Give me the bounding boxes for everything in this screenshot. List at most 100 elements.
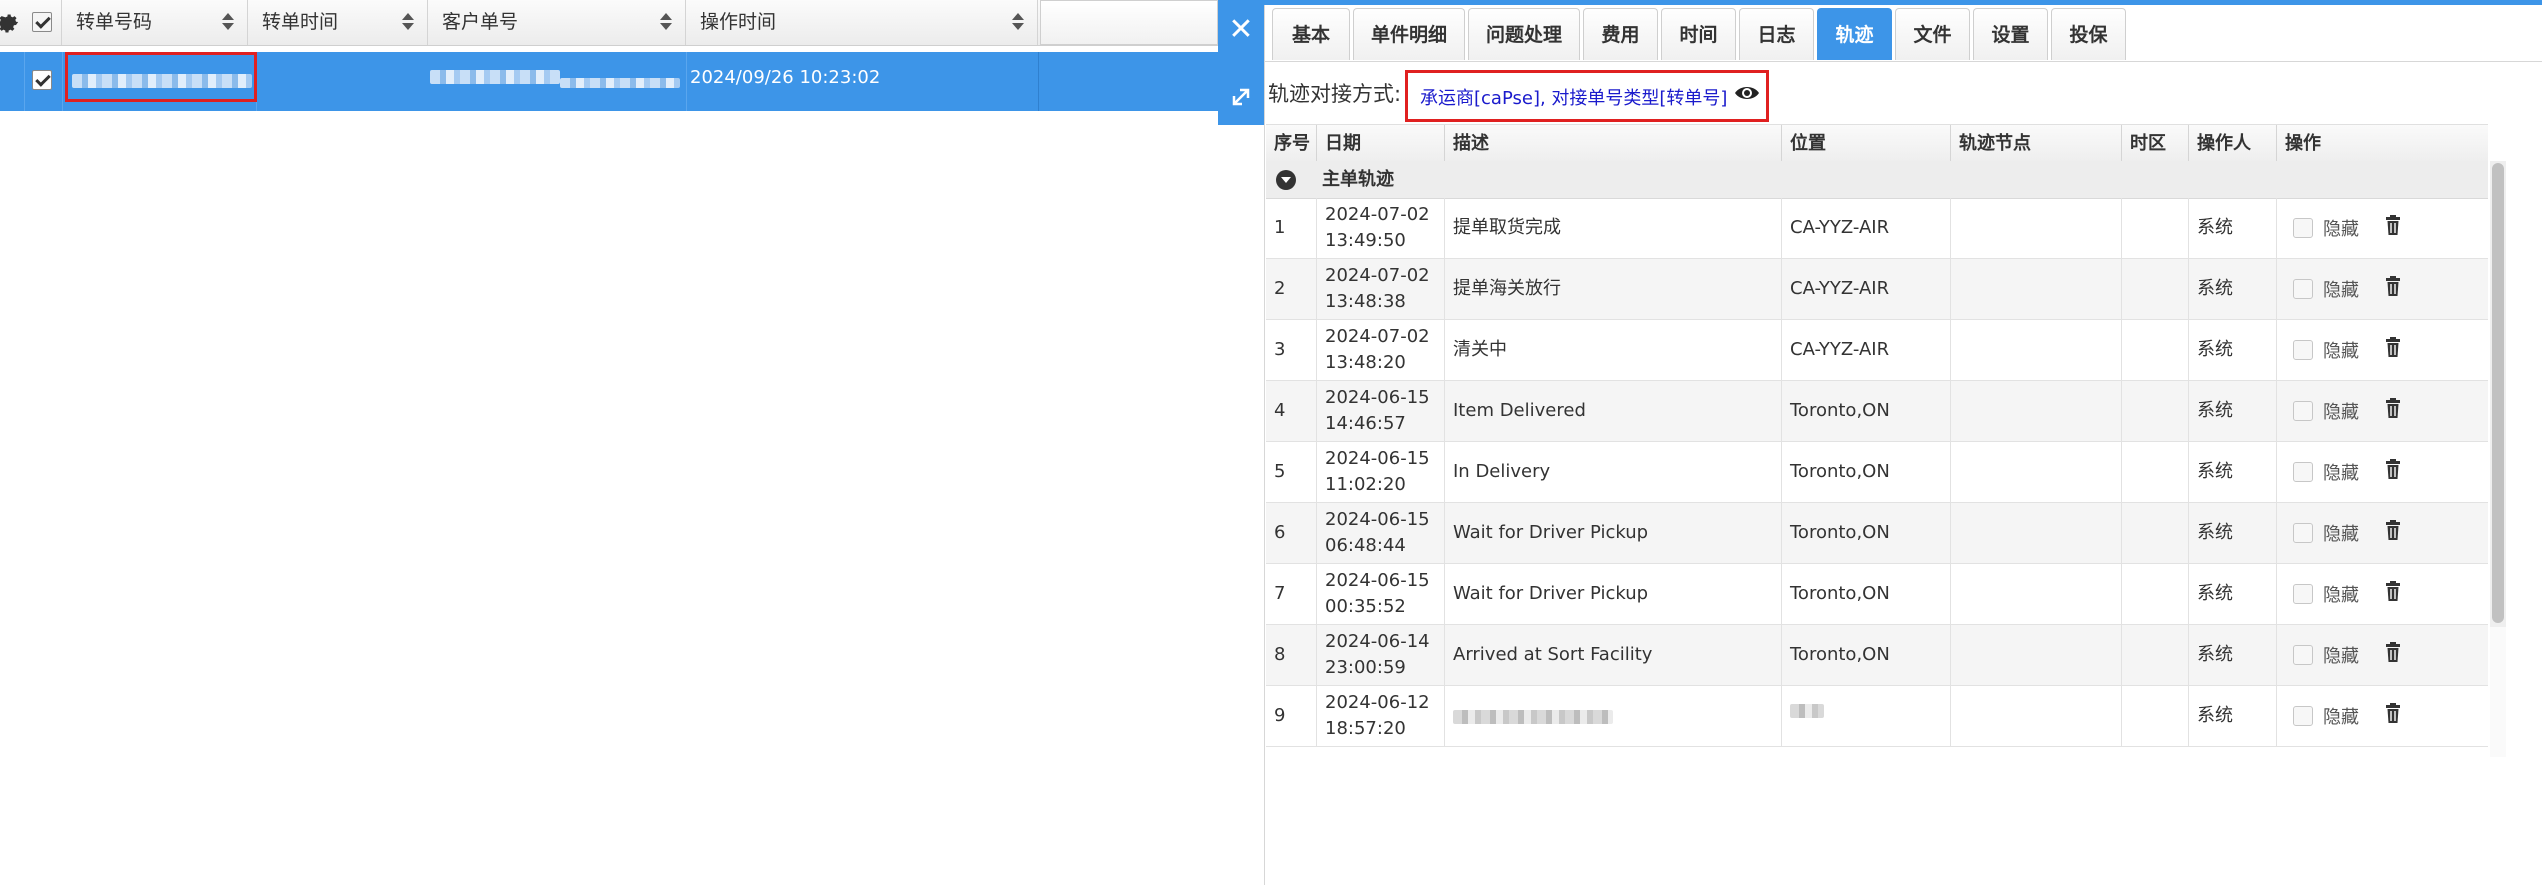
trash-icon[interactable] [2385,702,2401,724]
hide-label: 隐藏 [2323,341,2359,362]
redacted-customer-no [560,78,680,88]
scrollbar-thumb[interactable] [2492,163,2504,623]
gear-icon[interactable] [0,10,21,36]
trash-icon[interactable] [2385,336,2401,358]
group-label: 主单轨迹 [1322,169,1394,190]
trash-icon[interactable] [2385,641,2401,663]
hide-checkbox[interactable] [2293,401,2313,421]
collapse-icon[interactable] [1276,170,1296,190]
hide-label: 隐藏 [2323,219,2359,240]
tab-insurance[interactable]: 投保 [2051,8,2126,60]
column-header-transfer-time[interactable]: 转单时间 [248,0,428,45]
table-row[interactable]: 8 2024-06-14 23:00:59 Arrived at Sort Faci… [1266,625,2488,686]
table-row[interactable]: 5 2024-06-15 11:02:20 In Delivery Toronto,O… [1266,442,2488,503]
group-row-main-track[interactable]: 主单轨迹 [1266,161,2488,199]
cell-timezone [2122,320,2189,380]
sort-icon[interactable] [659,12,673,32]
cell-location: Toronto,ON [1782,503,1951,563]
table-row[interactable]: 1 2024-07-02 13:49:50 提单取货完成 CA-YYZ-AIR 系统 隐藏 [1266,198,2488,259]
tab-log[interactable]: 日志 [1739,8,1814,60]
tab-time[interactable]: 时间 [1661,8,1736,60]
cell-no: 1 [1266,198,1317,258]
cell-timezone [2122,625,2189,685]
cell-date-value: 2024-06-15 00:35:52 [1325,570,1430,617]
cell-operator: 系统 [2189,320,2277,380]
cell-node [1951,503,2122,563]
column-header-transfer-no[interactable]: 转单号码 [62,0,248,45]
hide-checkbox[interactable] [2293,523,2313,543]
cell-node [1951,381,2122,441]
hide-checkbox[interactable] [2293,462,2313,482]
sort-icon[interactable] [1011,12,1025,32]
cell-action: 隐藏 [2277,503,2488,563]
hide-checkbox[interactable] [2293,340,2313,360]
tab-piece-detail[interactable]: 单件明细 [1353,8,1465,60]
cell-desc: Item Delivered [1445,381,1782,441]
column-header-label: 转单号码 [76,11,153,33]
sort-icon[interactable] [401,12,415,32]
column-header-label: 转单时间 [262,11,339,33]
cell-operator-value: 系统 [2197,461,2233,482]
eye-icon[interactable] [1734,82,1760,104]
column-header-customer-no[interactable]: 客户单号 [428,0,686,45]
hide-checkbox[interactable] [2293,584,2313,604]
cell-no: 7 [1266,564,1317,624]
tab-tracking[interactable]: 轨迹 [1817,8,1892,60]
column-header-operation-time[interactable]: 操作时间 [686,0,1038,45]
cell-node [1951,564,2122,624]
table-row[interactable]: 4 2024-06-15 14:46:57 Item Delivered Toront… [1266,381,2488,442]
tab-fee[interactable]: 费用 [1583,8,1658,60]
table-row[interactable]: 2 2024-07-02 13:48:38 提单海关放行 CA-YYZ-AIR 系统 隐藏 [1266,259,2488,320]
cell-no-value: 6 [1274,522,1286,543]
hide-checkbox[interactable] [2293,706,2313,726]
cell-location: CA-YYZ-AIR [1782,198,1951,258]
hide-checkbox[interactable] [2293,645,2313,665]
trash-icon[interactable] [2385,397,2401,419]
cell-operator: 系统 [2189,442,2277,502]
redacted-description [1453,710,1613,724]
table-row[interactable]: 3 2024-07-02 13:48:20 清关中 CA-YYZ-AIR 系统 隐藏 [1266,320,2488,381]
th-desc: 描述 [1445,125,1782,162]
trash-icon[interactable] [2385,458,2401,480]
cell-date: 2024-06-15 11:02:20 [1317,442,1445,502]
trash-icon[interactable] [2385,214,2401,236]
cell-date-value: 2024-06-15 06:48:44 [1325,509,1430,556]
cell-node [1951,320,2122,380]
cell-date: 2024-07-02 13:49:50 [1317,198,1445,258]
cell-no: 4 [1266,381,1317,441]
cell-date-value: 2024-07-02 13:48:38 [1325,265,1430,312]
trash-icon[interactable] [2385,580,2401,602]
hide-label: 隐藏 [2323,402,2359,423]
cell-action: 隐藏 [2277,625,2488,685]
trash-icon[interactable] [2385,275,2401,297]
cell-timezone [2122,564,2189,624]
table-row[interactable]: 6 2024-06-15 06:48:44 Wait for Driver Pick… [1266,503,2488,564]
cell-date-value: 2024-07-02 13:48:20 [1325,326,1430,373]
cell-desc: 提单取货完成 [1445,198,1782,258]
tab-issue[interactable]: 问题处理 [1468,8,1580,60]
hide-checkbox[interactable] [2293,218,2313,238]
tab-basic[interactable]: 基本 [1272,8,1350,60]
table-row[interactable]: 7 2024-06-15 00:35:52 Wait for Driver Pick… [1266,564,2488,625]
trash-icon[interactable] [2385,519,2401,541]
th-timezone: 时区 [2122,125,2189,162]
cell-no-value: 3 [1274,339,1286,360]
row-checkbox[interactable] [32,70,52,90]
redacted-customer-no [430,70,560,84]
tab-settings[interactable]: 设置 [1973,8,2048,60]
select-all-checkbox[interactable] [32,12,52,32]
cell-location-value: Toronto,ON [1790,400,1890,421]
cell-desc-value: Wait for Driver Pickup [1453,583,1649,604]
top-accent-bar [1218,0,2542,5]
sort-icon[interactable] [221,12,235,32]
redacted-location [1790,704,1824,718]
track-mode-link[interactable]: 承运商[caPse], 对接单号类型[转单号] [1420,84,1727,110]
cell-location: Toronto,ON [1782,381,1951,441]
expand-icon[interactable] [1218,72,1264,120]
tab-files[interactable]: 文件 [1895,8,1970,60]
cell-date-value: 2024-06-15 11:02:20 [1325,448,1430,495]
table-row[interactable]: 9 2024-06-12 18:57:20 系统 隐藏 [1266,686,2488,747]
cell-date: 2024-06-14 23:00:59 [1317,625,1445,685]
hide-checkbox[interactable] [2293,279,2313,299]
close-panel-button[interactable]: ✕ [1218,5,1264,55]
